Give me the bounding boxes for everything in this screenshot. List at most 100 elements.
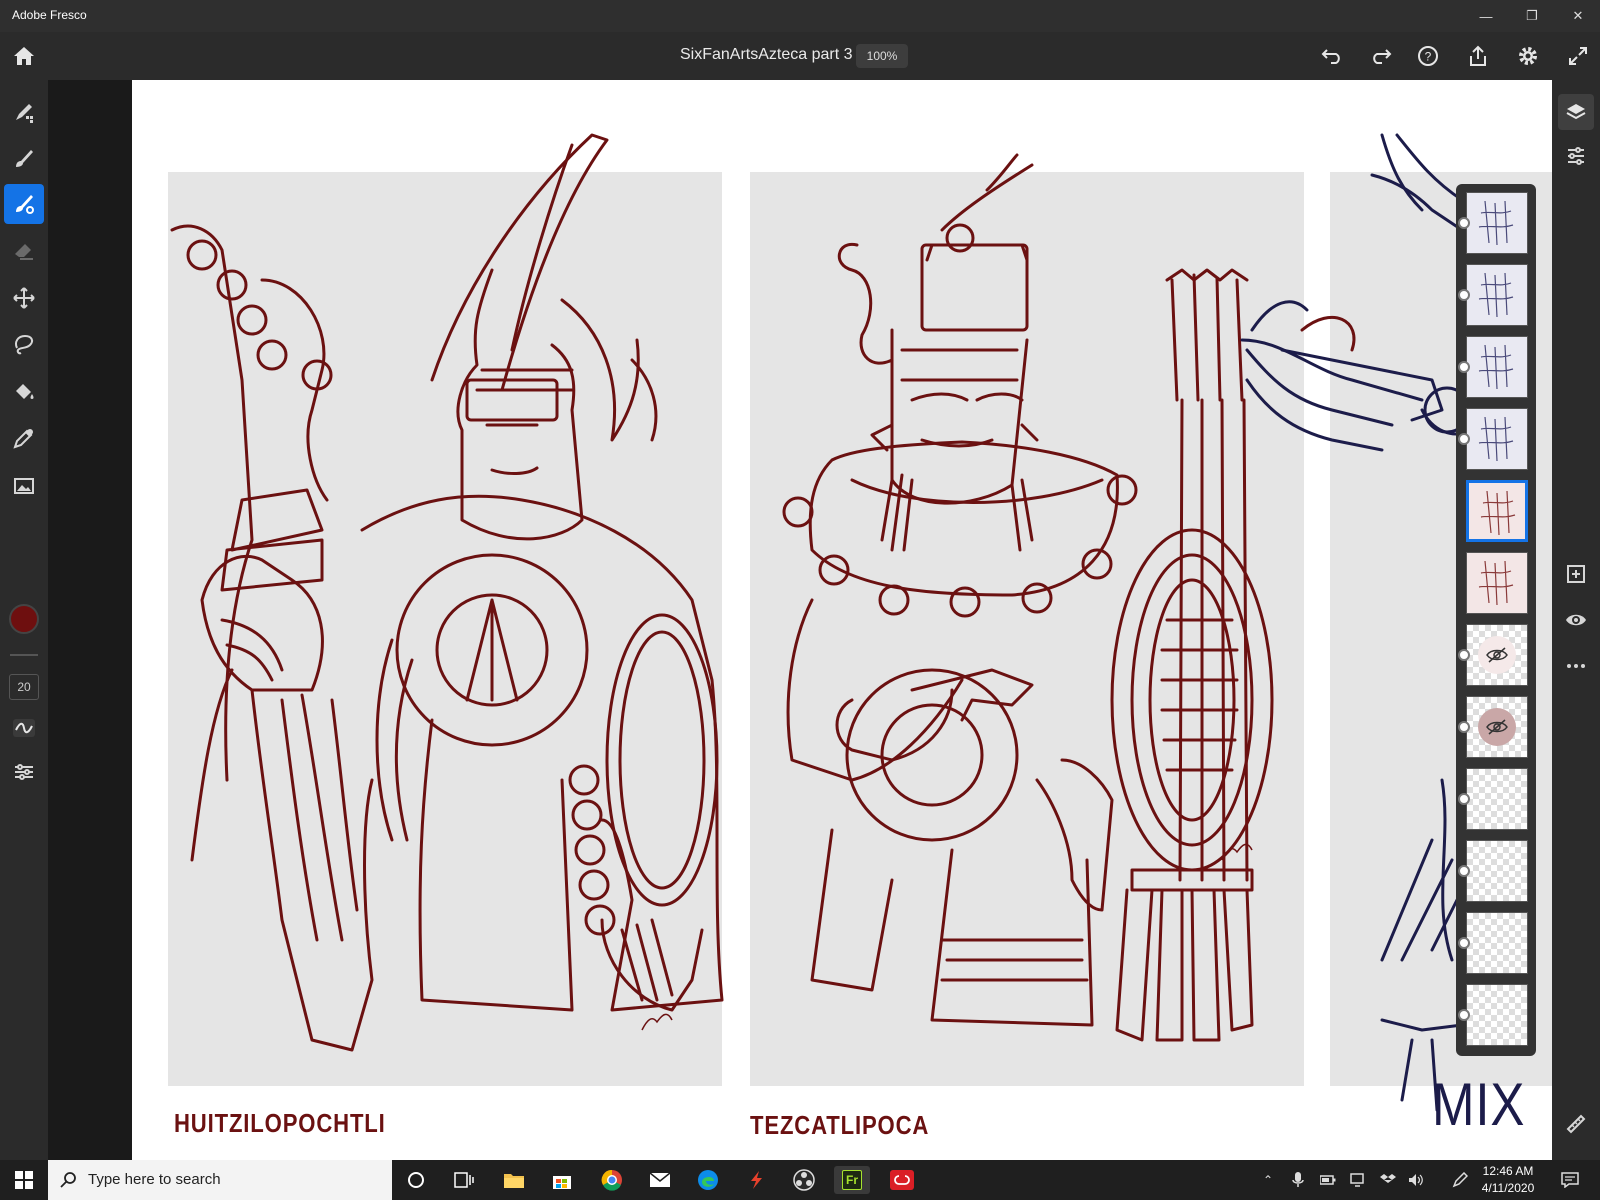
battery-icon[interactable]	[1320, 1172, 1336, 1188]
layer-thumbnail[interactable]	[1458, 192, 1528, 254]
layers-icon[interactable]	[1558, 94, 1594, 130]
ruler-icon[interactable]	[1558, 1106, 1594, 1142]
taskbar-clock[interactable]: 12:46 AM 4/11/2020	[1478, 1163, 1538, 1197]
eyedropper-icon[interactable]	[4, 418, 44, 458]
pen-icon[interactable]	[1452, 1172, 1468, 1188]
app-title: Adobe Fresco	[12, 8, 87, 22]
mail-icon[interactable]	[646, 1166, 674, 1194]
fullscreen-icon[interactable]	[1566, 44, 1590, 68]
notifications-icon[interactable]	[1560, 1172, 1580, 1188]
layer-thumbnail[interactable]	[1466, 552, 1528, 614]
minimize-icon[interactable]: —	[1463, 0, 1509, 32]
caption-mix: MIX	[1432, 1071, 1526, 1138]
layer-select-dot[interactable]	[1458, 217, 1470, 229]
clock-time: 12:46 AM	[1482, 1164, 1534, 1178]
eraser-icon[interactable]	[4, 230, 44, 270]
brush-settings-icon[interactable]	[4, 752, 44, 792]
visibility-icon[interactable]	[1558, 602, 1594, 638]
sketchbook-icon[interactable]	[742, 1166, 770, 1194]
toolbar-divider	[10, 654, 38, 656]
tools-toolbar: 20	[0, 80, 48, 1160]
dropbox-icon[interactable]	[1380, 1172, 1396, 1188]
volume-icon[interactable]	[1408, 1172, 1424, 1188]
drawing-canvas[interactable]: HUITZILOPOCHTLI TEZCATLIPOCA MIX	[132, 80, 1552, 1160]
caption-huitzilopochtli: HUITZILOPOCHTLI	[174, 1108, 386, 1138]
home-icon[interactable]	[12, 44, 36, 68]
help-icon[interactable]: ?	[1416, 44, 1440, 68]
image-icon[interactable]	[4, 466, 44, 506]
add-layer-icon[interactable]	[1558, 556, 1594, 592]
caption-tezcatlipoca: TEZCATLIPOCA	[750, 1110, 930, 1140]
layers-panel	[1456, 184, 1536, 1056]
title-bar: Adobe Fresco — ❐ ✕	[0, 0, 1600, 32]
layer-thumbnail[interactable]	[1458, 696, 1528, 758]
layer-thumbnail[interactable]	[1458, 840, 1528, 902]
layer-select-dot[interactable]	[1458, 865, 1470, 877]
layer-select-dot[interactable]	[1458, 1009, 1470, 1021]
brush-color-swatch[interactable]	[9, 604, 39, 634]
vector-brush-icon[interactable]	[4, 184, 44, 224]
hidden-layer-eye-icon[interactable]	[1478, 636, 1516, 674]
layer-select-dot[interactable]	[1458, 721, 1470, 733]
close-icon[interactable]: ✕	[1555, 0, 1600, 32]
fresco-icon[interactable]: Fr	[834, 1166, 870, 1194]
store-icon[interactable]	[548, 1166, 576, 1194]
layer-select-dot[interactable]	[1458, 649, 1470, 661]
share-icon[interactable]	[1466, 44, 1490, 68]
layer-select-dot[interactable]	[1458, 289, 1470, 301]
microphone-icon[interactable]	[1290, 1172, 1306, 1188]
smoothing-icon[interactable]	[4, 708, 44, 748]
obs-icon[interactable]	[790, 1166, 818, 1194]
layer-thumbnail[interactable]	[1458, 264, 1528, 326]
artist-signature	[641, 843, 1253, 1031]
clock-date: 4/11/2020	[1481, 1181, 1535, 1195]
fresco-icon-label: Fr	[842, 1170, 862, 1190]
document-title: SixFanArtsAzteca part 3	[680, 46, 853, 63]
layer-thumbnail[interactable]	[1458, 336, 1528, 398]
edge-icon[interactable]	[694, 1166, 722, 1194]
app-header: SixFanArtsAzteca part 3 100% ?	[0, 32, 1600, 80]
layer-preview	[1478, 200, 1514, 246]
layer-preview	[1478, 272, 1514, 318]
layer-select-dot[interactable]	[1458, 433, 1470, 445]
layer-select-dot[interactable]	[1458, 937, 1470, 949]
chevron-up-icon[interactable]: ⌃	[1260, 1172, 1276, 1188]
layer-thumbnail[interactable]	[1458, 768, 1528, 830]
search-placeholder: Type here to search	[88, 1171, 221, 1188]
network-icon[interactable]	[1350, 1172, 1366, 1188]
undo-icon[interactable]	[1320, 44, 1344, 68]
live-brush-icon[interactable]	[4, 138, 44, 178]
settings-icon[interactable]	[1516, 44, 1540, 68]
layer-thumbnail[interactable]	[1466, 480, 1528, 542]
windows-start-icon[interactable]	[10, 1166, 38, 1194]
taskbar-search-box[interactable]: Type here to search	[48, 1160, 392, 1200]
taskbar: Type here to search Fr ⌃ 12:46 AM 4/11/2…	[0, 1160, 1600, 1200]
file-explorer-icon[interactable]	[500, 1166, 528, 1194]
layer-thumbnail[interactable]	[1458, 624, 1528, 686]
lasso-icon[interactable]	[4, 324, 44, 364]
search-icon	[60, 1172, 76, 1188]
brush-size-field[interactable]: 20	[9, 674, 39, 700]
layer-thumbnail[interactable]	[1458, 984, 1528, 1046]
redo-icon[interactable]	[1369, 44, 1393, 68]
more-icon[interactable]	[1558, 648, 1594, 684]
creative-cloud-icon[interactable]	[888, 1166, 916, 1194]
layer-preview	[1478, 416, 1514, 462]
layer-preview	[1480, 490, 1516, 536]
restore-icon[interactable]: ❐	[1509, 0, 1555, 32]
layer-properties-icon[interactable]	[1558, 138, 1594, 174]
layer-select-dot[interactable]	[1458, 361, 1470, 373]
layer-select-dot[interactable]	[1458, 793, 1470, 805]
task-view-icon[interactable]	[450, 1166, 478, 1194]
layer-preview	[1478, 560, 1514, 606]
hidden-layer-eye-icon[interactable]	[1478, 708, 1516, 746]
zoom-level[interactable]: 100%	[856, 44, 908, 68]
layer-thumbnail[interactable]	[1458, 912, 1528, 974]
chrome-icon[interactable]	[598, 1166, 626, 1194]
cortana-icon[interactable]	[402, 1166, 430, 1194]
fill-icon[interactable]	[4, 372, 44, 412]
right-toolbar	[1552, 80, 1600, 1160]
move-icon[interactable]	[4, 278, 44, 318]
layer-thumbnail[interactable]	[1458, 408, 1528, 470]
pixel-brush-icon[interactable]	[4, 92, 44, 132]
